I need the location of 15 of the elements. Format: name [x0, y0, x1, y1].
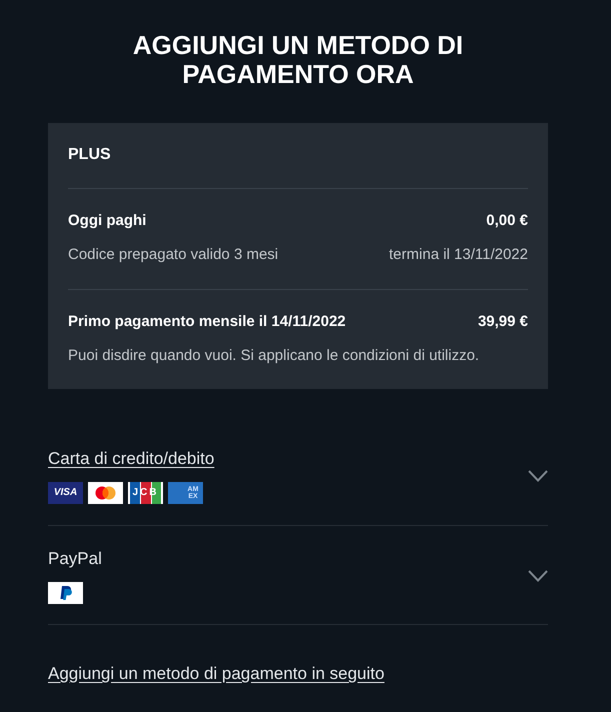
- overlapping-circles-icon: [88, 482, 123, 504]
- summary-amount: 39,99 €: [478, 312, 528, 332]
- add-later-link[interactable]: Aggiungi un metodo di pagamento in seguito: [48, 662, 384, 686]
- summary-detail: termina il 13/11/2022: [389, 245, 528, 265]
- plan-name: PLUS: [68, 145, 112, 165]
- summary-amount: 0,00 €: [486, 211, 528, 231]
- summary-label: Primo pagamento mensile il 14/11/2022: [68, 312, 346, 332]
- visa-logo: VISA: [48, 482, 83, 504]
- payment-method-toggle[interactable]: PayPal: [48, 547, 102, 571]
- paypal-logo-icon: [48, 582, 83, 604]
- payment-method-toggle[interactable]: Carta di credito/debito: [48, 447, 214, 471]
- summary-note: Codice prepagato valido 3 mesi: [68, 245, 278, 265]
- summary-label: Oggi paghi: [68, 211, 146, 231]
- page-heading: AGGIUNGI UN METODO DI PAGAMENTO ORA: [132, 31, 464, 89]
- summary-note: Puoi disdire quando vuoi. Si applicano le condizioni di utilizzo.: [68, 346, 480, 366]
